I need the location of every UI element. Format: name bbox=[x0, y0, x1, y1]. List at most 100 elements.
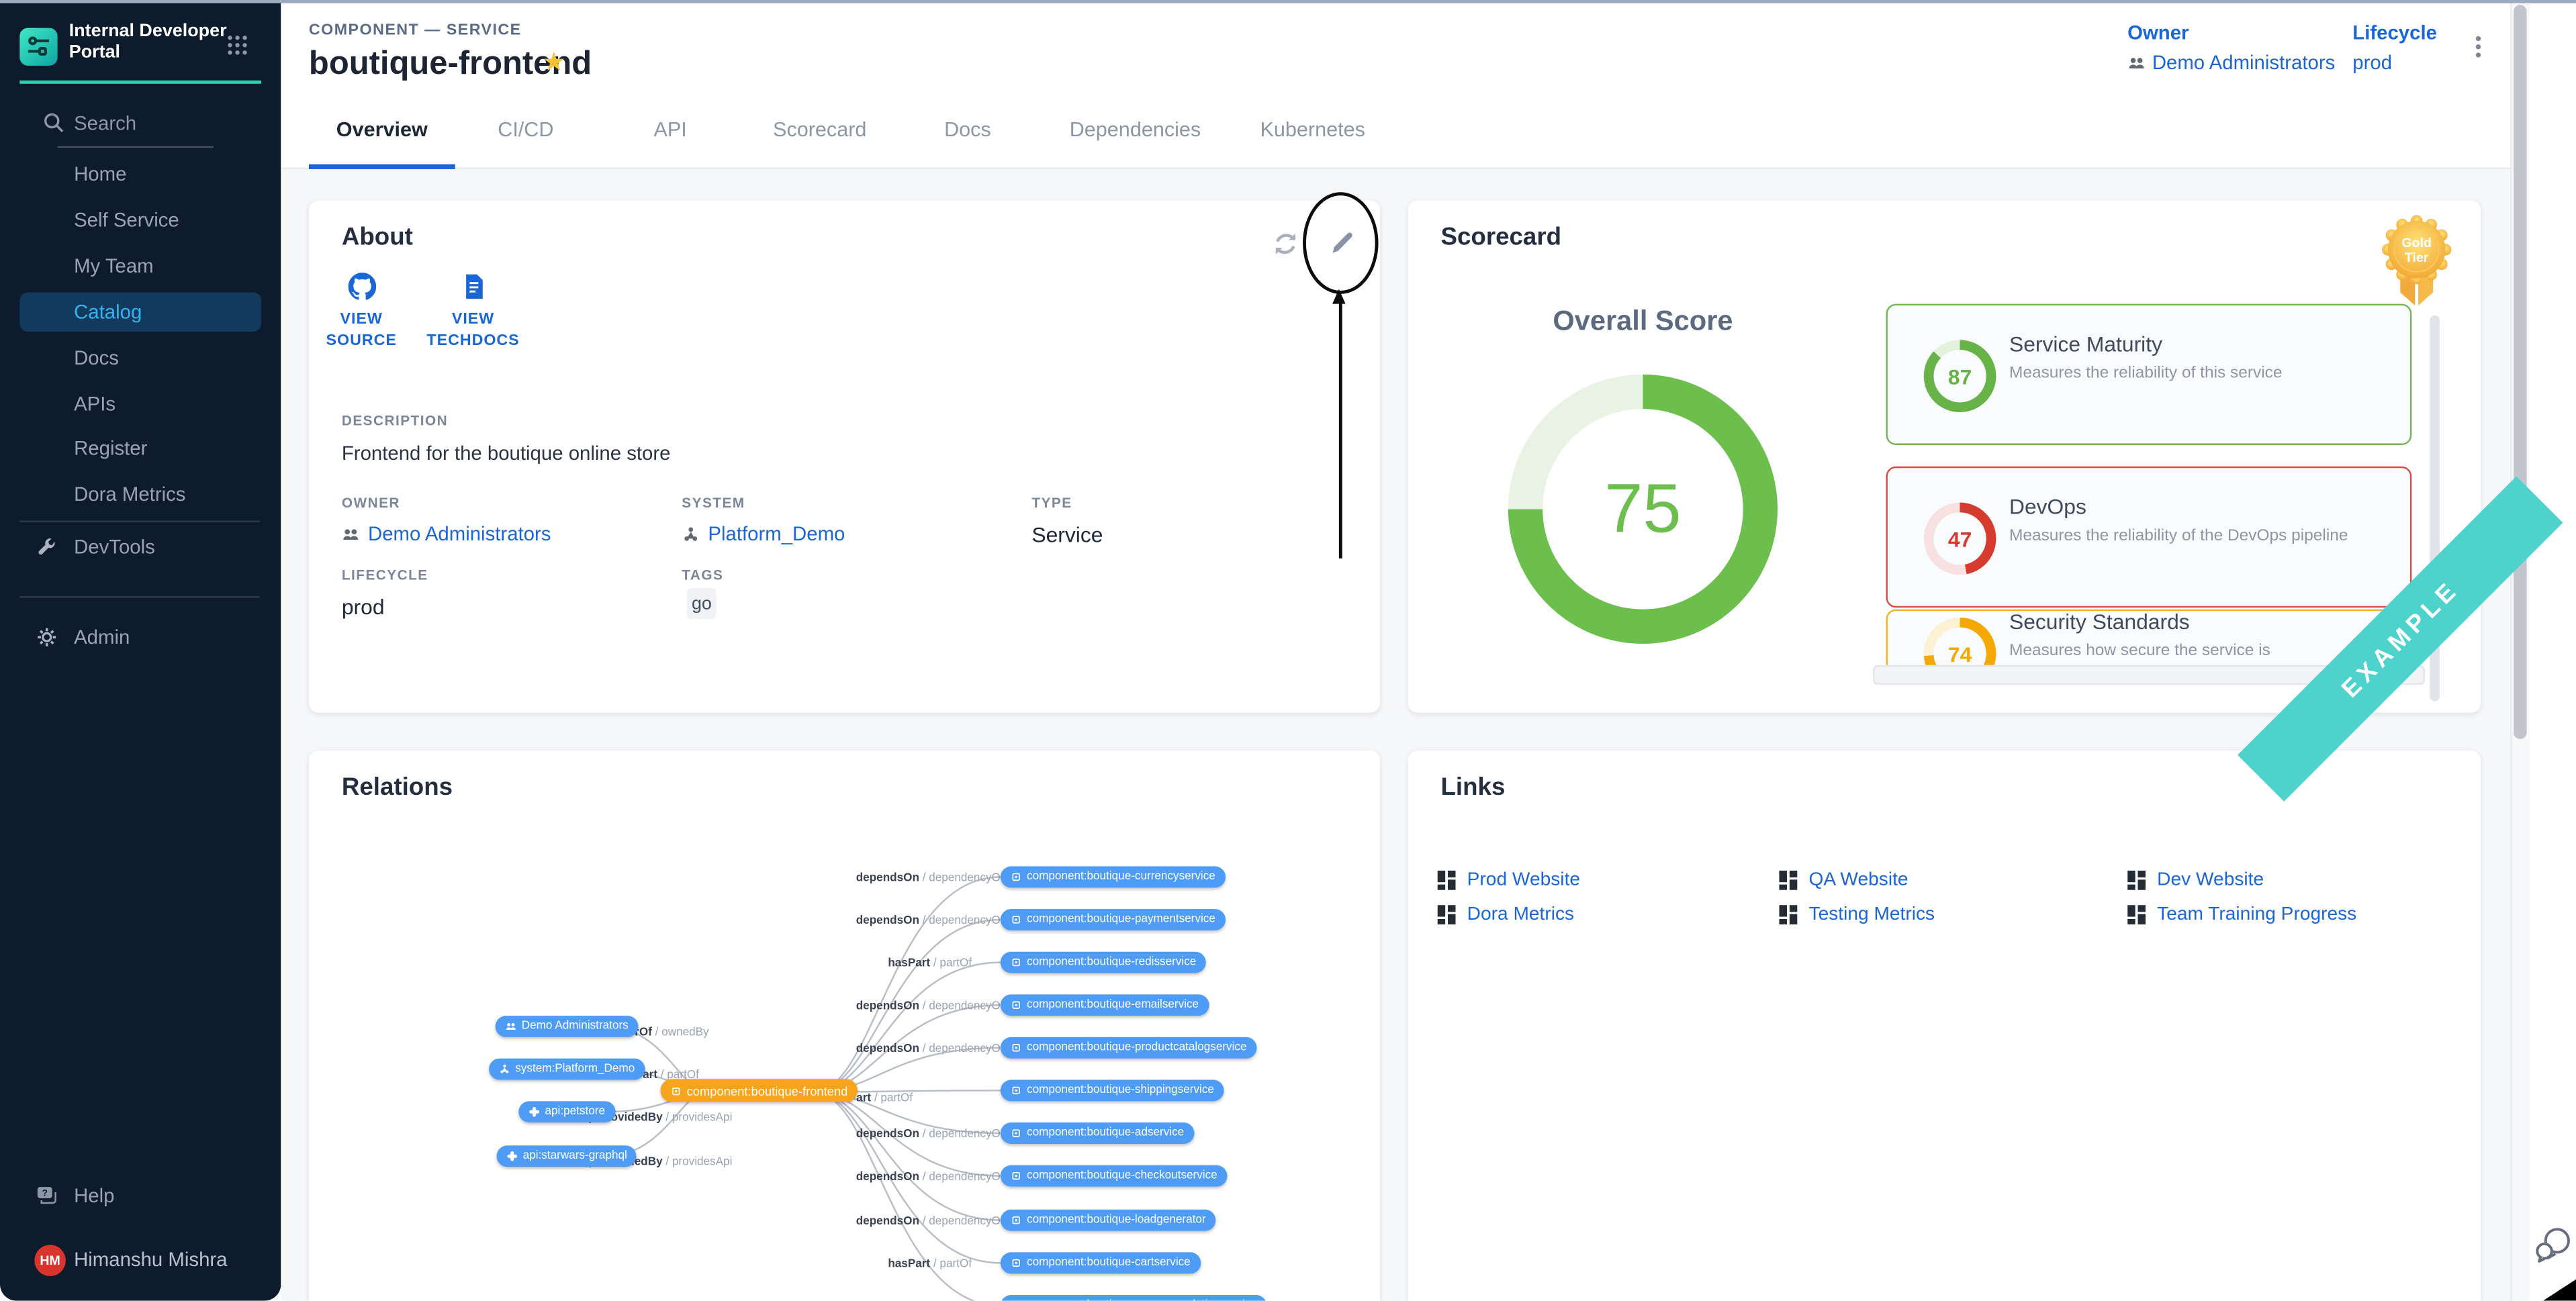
graph-node[interactable]: component:boutique-emailservice bbox=[1001, 994, 1209, 1016]
header-lifecycle: Lifecycle prod bbox=[2352, 21, 2437, 74]
sidebar-item-home[interactable]: Home bbox=[74, 162, 126, 185]
graph-node[interactable]: component:boutique-loadgenerator bbox=[1001, 1210, 1215, 1231]
tab-scorecard[interactable]: Scorecard bbox=[744, 107, 895, 169]
tab-ci-cd[interactable]: CI/CD bbox=[455, 107, 596, 169]
links-heading: Links bbox=[1441, 773, 1506, 802]
sidebar-item-my-team[interactable]: My Team bbox=[74, 254, 154, 277]
graph-node[interactable]: api:starwars-graphql bbox=[497, 1145, 637, 1167]
view-techdocs-link[interactable]: VIEWTECHDOCS bbox=[416, 273, 531, 351]
logo-circuit-icon bbox=[25, 33, 53, 61]
graph-node[interactable]: Demo Administrators bbox=[496, 1016, 639, 1037]
graph-node-label: component:boutique-frontend bbox=[687, 1080, 848, 1102]
user-name[interactable]: Himanshu Mishra bbox=[74, 1248, 227, 1271]
score-card-3[interactable]: 74 Security Standards Measures how secur… bbox=[1886, 610, 2412, 665]
link-prod-website[interactable]: Prod Website bbox=[1438, 871, 1580, 890]
graph-node[interactable]: system:Platform_Demo bbox=[489, 1059, 645, 1080]
graph-node[interactable]: component:boutique-redisservice bbox=[1001, 952, 1206, 973]
score-card-1[interactable]: 87 Service Maturity Measures the reliabi… bbox=[1886, 304, 2412, 445]
score-donut: 74 bbox=[1924, 618, 1996, 665]
portal-title: Internal Developer Portal bbox=[69, 21, 234, 64]
score-title: DevOps bbox=[2009, 494, 2086, 519]
favorite-star-icon[interactable]: ★ bbox=[542, 46, 565, 79]
sidebar-item-help[interactable]: Help bbox=[74, 1184, 114, 1207]
scorecard-heading: Scorecard bbox=[1441, 224, 1562, 252]
sidebar-item-apis[interactable]: APIs bbox=[74, 393, 116, 416]
graph-node-label: api:petstore bbox=[545, 1101, 605, 1122]
chat-bubbles-icon[interactable] bbox=[2532, 1224, 2575, 1267]
relations-card: Relations ownerOf / ownedByhasPart / par… bbox=[309, 751, 1380, 1301]
wrench-icon bbox=[36, 536, 58, 558]
page-scrollbar-thumb[interactable] bbox=[2514, 5, 2527, 739]
graph-node-label: component:boutique-checkoutservice bbox=[1027, 1165, 1217, 1187]
graph-node-label: Demo Administrators bbox=[522, 1016, 629, 1037]
graph-node[interactable]: component:boutique-productcatalogservice bbox=[1001, 1037, 1256, 1059]
graph-node-label: component:boutique-currencyservice bbox=[1027, 866, 1215, 887]
breadcrumb: COMPONENT — SERVICE bbox=[309, 21, 522, 40]
lifecycle-field-value: prod bbox=[342, 595, 385, 620]
link-testing-metrics[interactable]: Testing Metrics bbox=[1779, 905, 1935, 924]
links-card: Links Prod Website QA Website Dev Website D… bbox=[1408, 751, 2481, 1301]
group-icon bbox=[2127, 54, 2146, 72]
graph-node[interactable]: component:boutique-adservice bbox=[1001, 1122, 1194, 1144]
tab-api[interactable]: API bbox=[596, 107, 744, 169]
edge-label: dependsOn / dependencyOf bbox=[856, 1172, 1004, 1184]
tab-overview[interactable]: Overview bbox=[309, 107, 455, 169]
owner-field-label: OWNER bbox=[342, 494, 400, 510]
score-list: 87 Service Maturity Measures the reliabi… bbox=[1873, 292, 2425, 665]
apps-grid-icon[interactable] bbox=[227, 34, 248, 56]
tab-dependencies[interactable]: Dependencies bbox=[1040, 107, 1231, 169]
entity-header: COMPONENT — SERVICE boutique-frontend ★ … bbox=[281, 3, 2510, 169]
graph-node-label: component:boutique-cartservice bbox=[1027, 1252, 1191, 1273]
link-dora-metrics[interactable]: Dora Metrics bbox=[1438, 905, 1575, 924]
score-title: Security Standards bbox=[2009, 610, 2190, 634]
sidebar-item-catalog[interactable]: Catalog bbox=[74, 301, 142, 324]
score-desc: Measures the reliability of this service bbox=[2009, 365, 2283, 383]
search-icon bbox=[43, 111, 64, 133]
sidebar-item-admin[interactable]: Admin bbox=[74, 626, 130, 648]
group-icon bbox=[505, 1020, 516, 1032]
sidebar-item-docs[interactable]: Docs bbox=[74, 346, 119, 369]
tags-field-label: TAGS bbox=[682, 567, 723, 583]
sidebar-item-register[interactable]: Register bbox=[74, 437, 147, 460]
graph-node[interactable]: api:petstore bbox=[518, 1101, 614, 1122]
portal-logo[interactable] bbox=[19, 28, 57, 66]
edge-label: dependsOn / dependencyOf bbox=[856, 1044, 1004, 1055]
user-avatar[interactable]: HM bbox=[34, 1245, 65, 1275]
view-source-link[interactable]: VIEWSOURCE bbox=[304, 273, 419, 351]
graph-node[interactable]: component:boutique-paymentservice bbox=[1001, 909, 1226, 930]
search-input[interactable]: Search bbox=[43, 111, 240, 134]
link-qa-website[interactable]: QA Website bbox=[1779, 871, 1908, 890]
graph-node[interactable]: component:boutique-frontend bbox=[660, 1079, 858, 1102]
score-title: Service Maturity bbox=[2009, 332, 2162, 356]
overall-score-label: Overall Score bbox=[1506, 305, 1779, 338]
system-field-value[interactable]: Platform_Demo bbox=[682, 522, 845, 545]
group-icon bbox=[342, 525, 360, 543]
score-donut: 87 bbox=[1924, 340, 1996, 412]
link-team-training-progress[interactable]: Team Training Progress bbox=[2127, 905, 2356, 924]
sidebar-item-devtools[interactable]: DevTools bbox=[74, 536, 155, 559]
kebab-menu-icon[interactable] bbox=[2466, 33, 2489, 62]
graph-node[interactable]: component:boutique-checkoutservice bbox=[1001, 1165, 1228, 1187]
api-puzzle-icon bbox=[506, 1151, 518, 1162]
svg-text:Tier: Tier bbox=[2405, 250, 2429, 265]
owner-value[interactable]: Demo Administrators bbox=[2127, 51, 2335, 74]
graph-node[interactable]: component:boutique-currencyservice bbox=[1001, 866, 1226, 887]
tab-kubernetes[interactable]: Kubernetes bbox=[1230, 107, 1395, 169]
tag-chip[interactable]: go bbox=[687, 588, 717, 619]
refresh-icon[interactable] bbox=[1272, 230, 1300, 258]
search-underline bbox=[58, 146, 214, 148]
graph-node[interactable]: component:boutique-recommendationservice bbox=[1001, 1295, 1267, 1301]
score-desc: Measures the reliability of the DevOps p… bbox=[2009, 527, 2348, 545]
sidebar-divider bbox=[19, 596, 259, 597]
sidebar-item-self-service[interactable]: Self Service bbox=[74, 209, 179, 232]
tab-docs[interactable]: Docs bbox=[895, 107, 1040, 169]
owner-field-value[interactable]: Demo Administrators bbox=[342, 522, 551, 545]
score-card-2[interactable]: 47 DevOps Measures the reliability of th… bbox=[1886, 467, 2412, 608]
graph-node[interactable]: component:boutique-cartservice bbox=[1001, 1252, 1201, 1273]
sidebar-item-dora-metrics[interactable]: Dora Metrics bbox=[74, 483, 185, 505]
graph-node-label: component:boutique-loadgenerator bbox=[1027, 1210, 1206, 1231]
link-dev-website[interactable]: Dev Website bbox=[2127, 871, 2264, 890]
graph-node[interactable]: component:boutique-shippingservice bbox=[1001, 1080, 1224, 1102]
edge-label: hasPart / partOf bbox=[888, 1259, 972, 1270]
svg-text:?: ? bbox=[42, 1187, 48, 1198]
